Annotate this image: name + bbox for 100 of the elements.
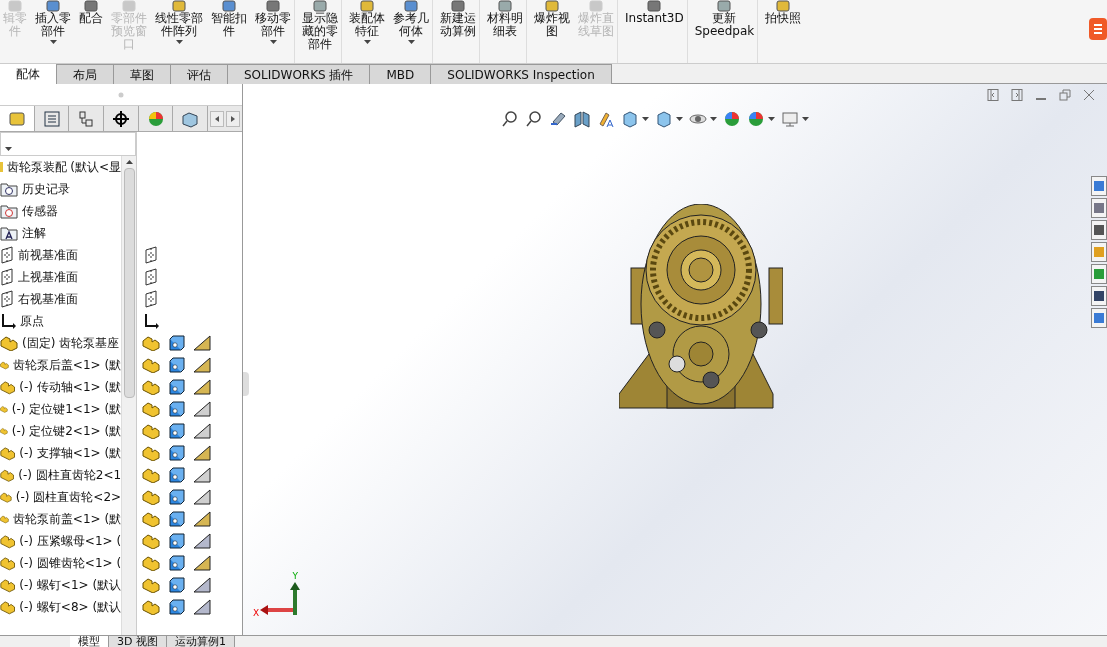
toolbar-button[interactable]: 显示隐 藏的零 部件 — [299, 0, 342, 63]
scroll-up-arrow-icon[interactable] — [125, 160, 133, 164]
tree-item[interactable]: 齿轮泵后盖<1> (默 — [12, 356, 122, 374]
toolbar-button[interactable]: 线性零部 件阵列 — [152, 0, 206, 63]
scene-icon[interactable] — [747, 110, 765, 128]
cube-icon — [168, 335, 185, 351]
tree-item[interactable]: 前视基准面 — [18, 246, 78, 264]
tool-icon — [171, 0, 187, 12]
part-icon — [141, 335, 160, 351]
tree-item[interactable]: (-) 压紧螺母<1> ( — [19, 532, 122, 550]
command-tab[interactable]: SOLIDWORKS Inspection — [431, 64, 612, 84]
restore-icon[interactable] — [1059, 89, 1071, 101]
tree-item[interactable]: 齿轮泵装配 (默认<显 — [6, 158, 122, 176]
tool-icon — [403, 0, 419, 12]
plane-icon — [143, 290, 158, 308]
tree-item[interactable]: 右视基准面 — [18, 290, 78, 308]
command-tab[interactable]: SOLIDWORKS 插件 — [228, 64, 371, 84]
scroll-right-button[interactable] — [226, 110, 241, 127]
part-icon — [141, 577, 160, 593]
scroll-left-button[interactable] — [210, 110, 225, 127]
tree-item[interactable]: 历史记录 — [22, 180, 70, 198]
command-tab[interactable]: 布局 — [57, 64, 114, 84]
toolbar-button[interactable]: 插入零 部件 — [32, 0, 74, 63]
part-icon — [141, 599, 160, 615]
close-icon[interactable] — [1083, 89, 1095, 101]
toolbar-button[interactable]: 新建运 动算例 — [437, 0, 480, 63]
cube-icon — [168, 379, 185, 395]
cube-icon — [168, 599, 185, 615]
plane-icon — [0, 290, 14, 308]
tree-item[interactable]: (固定) 齿轮泵基座 — [22, 334, 120, 352]
view-palette-icon[interactable] — [1091, 242, 1107, 262]
part-library-icon[interactable] — [1091, 198, 1107, 218]
grip-icon[interactable] — [118, 91, 124, 98]
folder-icon[interactable] — [1091, 220, 1107, 240]
part-icon — [0, 445, 16, 461]
part-icon — [141, 357, 160, 373]
properties-icon[interactable] — [1091, 286, 1107, 306]
dynamic-annotation-icon[interactable] — [597, 110, 615, 128]
restore-right-icon[interactable] — [1011, 89, 1023, 101]
cube-icon — [168, 445, 185, 461]
feature-tree-icon[interactable] — [0, 106, 35, 131]
vertical-scrollbar[interactable] — [121, 156, 136, 635]
model-view-tab[interactable]: 运动算例1 — [166, 636, 235, 647]
plane-icon — [143, 268, 158, 286]
y-axis-arrow-icon — [290, 581, 301, 615]
tree-item[interactable]: 传感器 — [22, 202, 58, 220]
tree-item[interactable]: (-) 传动轴<1> (默 — [19, 378, 122, 396]
caret-icon — [5, 147, 12, 151]
command-tab[interactable]: 草图 — [114, 64, 171, 84]
restore-left-icon[interactable] — [987, 89, 999, 101]
tree-item[interactable]: (-) 螺钉<1> (默认 — [19, 576, 122, 594]
panel-collapse-handle[interactable] — [243, 371, 249, 396]
forum-icon[interactable] — [1091, 308, 1107, 328]
filter-field[interactable] — [0, 132, 136, 156]
part-icon — [0, 335, 18, 351]
command-tab[interactable]: MBD — [370, 64, 432, 84]
previous-view-icon[interactable] — [549, 110, 567, 128]
view-orientation-icon[interactable] — [621, 110, 639, 128]
toolbar-button[interactable]: 移动零 部件 — [252, 0, 295, 63]
part-icon — [141, 423, 160, 439]
toolbar-button[interactable]: 爆炸视 图 — [531, 0, 573, 63]
tree-item[interactable]: (-) 支撑轴<1> (默 — [19, 444, 122, 462]
zoom-area-icon[interactable] — [525, 110, 543, 128]
command-tab[interactable]: 配体 — [0, 64, 57, 84]
part-icon — [141, 445, 160, 461]
section-view-icon[interactable] — [573, 110, 591, 128]
tree-item[interactable]: (-) 圆锥齿轮<1> ( — [19, 554, 122, 572]
caret-icon — [407, 40, 415, 44]
toolbar-button[interactable]: 材料明 细表 — [484, 0, 527, 63]
model-view-tab[interactable]: 模型 — [70, 636, 109, 647]
tree-item[interactable]: (-) 螺钉<8> (默认 — [19, 598, 122, 616]
tool-icon — [716, 0, 733, 12]
toolbar-button[interactable]: 智能扣 件 — [208, 0, 250, 63]
view-settings-icon[interactable] — [781, 110, 799, 128]
toolbar-button[interactable]: 更新 Speedpak — [691, 0, 759, 63]
toolbar-button[interactable]: Instant3D — [622, 0, 688, 63]
part-icon — [141, 533, 160, 549]
toolbar-button[interactable]: 装配体 特征 — [346, 0, 388, 63]
tree-item[interactable]: (-) 圆柱直齿轮2<1 — [18, 466, 122, 484]
tool-icon — [544, 0, 560, 12]
home-icon[interactable] — [1091, 176, 1107, 196]
toolbar-button[interactable]: 拍快照 — [762, 0, 805, 63]
toolbar-button[interactable]: 参考几 何体 — [390, 0, 433, 63]
tree-item[interactable]: 注解 — [22, 224, 46, 242]
model-view-tab[interactable]: 3D 视图 — [109, 636, 167, 647]
zoom-fit-icon[interactable] — [501, 110, 519, 128]
cube-icon — [168, 511, 185, 527]
tree-item[interactable]: 齿轮泵前盖<1> (默 — [12, 510, 122, 528]
tree-item[interactable]: (-) 定位键1<1> (默 — [11, 400, 122, 418]
display-style-icon[interactable] — [655, 110, 673, 128]
tree-item[interactable]: 原点 — [20, 312, 44, 330]
tree-item[interactable]: (-) 定位键2<1> (默 — [11, 422, 122, 440]
tool-icon — [45, 0, 61, 12]
tree-item[interactable]: 上视基准面 — [18, 268, 78, 286]
part-icon — [0, 555, 16, 571]
tree-item[interactable]: (-) 圆柱直齿轮<2> — [15, 488, 122, 506]
part-icon — [141, 467, 160, 483]
toolbar-button[interactable]: 配合 — [76, 0, 106, 63]
command-tab[interactable]: 评估 — [171, 64, 228, 84]
edit-appearance-icon[interactable] — [723, 110, 741, 128]
